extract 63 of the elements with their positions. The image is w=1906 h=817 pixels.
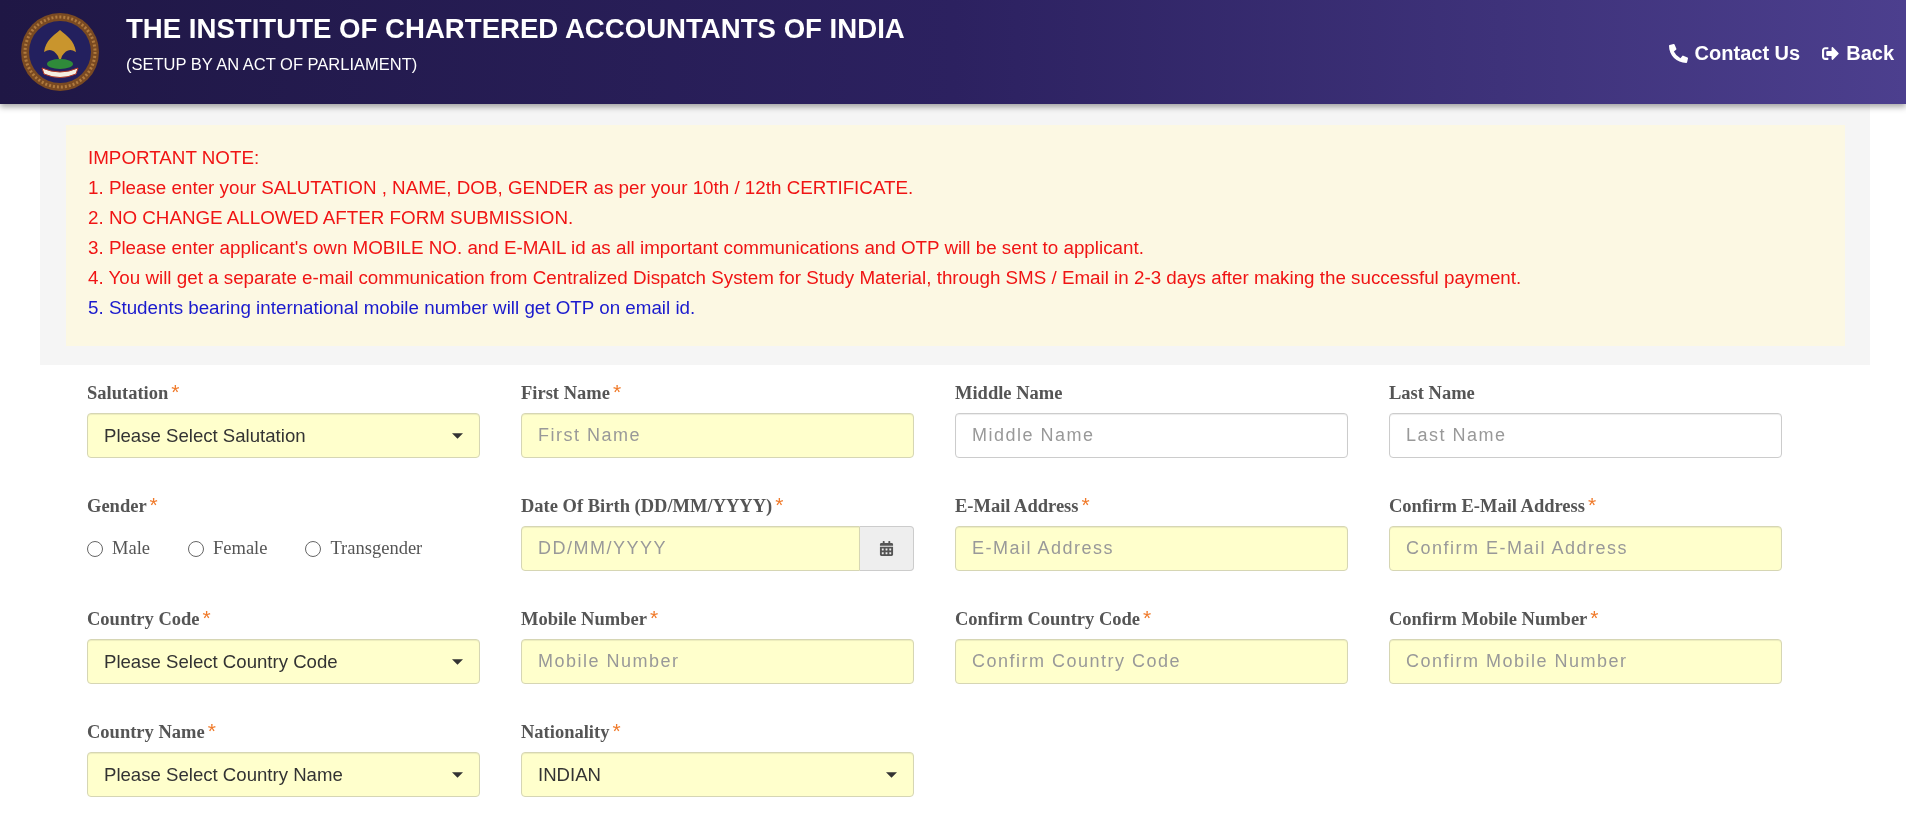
input-field[interactable]: E-Mail Address [955,526,1348,571]
phone-icon [1668,43,1688,63]
input-field[interactable]: Confirm Country Code [955,639,1348,684]
calendar-icon [879,541,894,556]
required-mark: * [1081,495,1090,515]
dropdown-field[interactable]: Please Select Country Code [87,639,480,684]
required-mark: * [775,495,784,515]
field-label: Country Name [87,721,205,743]
notice-item: 1. Please enter your SALUTATION , NAME, DOB, GENDER as per your 10th / 12th CERTIFICATE. [88,176,915,200]
radio-label: Female [213,536,268,560]
radio-button[interactable] [305,540,322,557]
required-mark: * [171,382,180,402]
notice-item: 3. Please enter applicant's own MOBILE NO. and E-MAIL id as all important communications and OTP will be sent to applicant. [88,236,1145,260]
radio-button[interactable] [87,540,103,557]
caret-icon [886,771,897,778]
field-label: Salutation [87,382,169,404]
field-label: Nationality [521,721,610,743]
contact-link[interactable]: Contact Us [1668,38,1801,68]
dropdown-field[interactable]: Please Select Salutation [87,413,480,458]
required-mark: * [1143,608,1152,628]
input-field[interactable]: First Name [521,413,914,458]
radio-button[interactable] [188,540,204,557]
required-mark: * [649,608,659,628]
caret-icon [452,432,463,439]
site-title: THE INSTITUTE OF CHARTERED ACCOUNTANTS OF INDIA [126,12,905,46]
required-mark: * [1587,495,1597,515]
field-label: Mobile Number [521,608,647,630]
radio-label: Male [112,536,150,560]
required-mark: * [207,721,216,741]
required-mark: * [202,608,211,628]
input-field[interactable]: Middle Name [955,413,1348,458]
field-label: Confirm E-Mail Address [1389,495,1585,517]
caret-icon [452,658,463,665]
field-label: Date Of Birth (DD/MM/YYYY) [521,495,773,517]
field-label: Confirm Mobile Number [1389,608,1588,630]
required-mark: * [612,721,621,741]
notice-item: 5. Students bearing international mobile number will get OTP on email id. [88,296,697,320]
radio-label: Transgender [330,536,423,560]
site-subtitle: (SETUP BY AN ACT OF PARLIAMENT) [126,54,419,74]
input-field[interactable]: Confirm E-Mail Address [1389,526,1782,571]
dropdown-field[interactable]: INDIAN [521,752,914,797]
dropdown-field[interactable]: Please Select Country Name [87,752,480,797]
notice-heading: IMPORTANT NOTE: [88,146,261,170]
required-mark: * [612,382,622,402]
field-label: E-Mail Address [955,495,1079,517]
back-link[interactable]: Back [1822,38,1894,68]
field-label: First Name [521,382,610,404]
required-mark: * [1590,608,1599,628]
notice-item: 2. NO CHANGE ALLOWED AFTER FORM SUBMISSION. [88,206,575,230]
notice-item: 4. You will get a separate e-mail communication from Centralized Dispatch System for Study Material, through SMS / Email in 2-3 days after making the successful payment. [88,266,1523,290]
exit-icon [1822,44,1840,62]
field-label: Confirm Country Code [955,608,1140,630]
field-label: Last Name [1389,382,1475,404]
required-mark: * [149,495,158,515]
caret-icon [452,771,463,778]
field-label: Country Code [87,608,200,630]
calendar-button[interactable] [860,526,914,571]
date-field[interactable]: DD/MM/YYYY [521,526,860,571]
input-field[interactable]: Mobile Number [521,639,914,684]
field-label: Middle Name [955,382,1063,404]
input-field[interactable]: Last Name [1389,413,1782,458]
input-field[interactable]: Confirm Mobile Number [1389,639,1782,684]
field-label: Gender [87,495,147,517]
